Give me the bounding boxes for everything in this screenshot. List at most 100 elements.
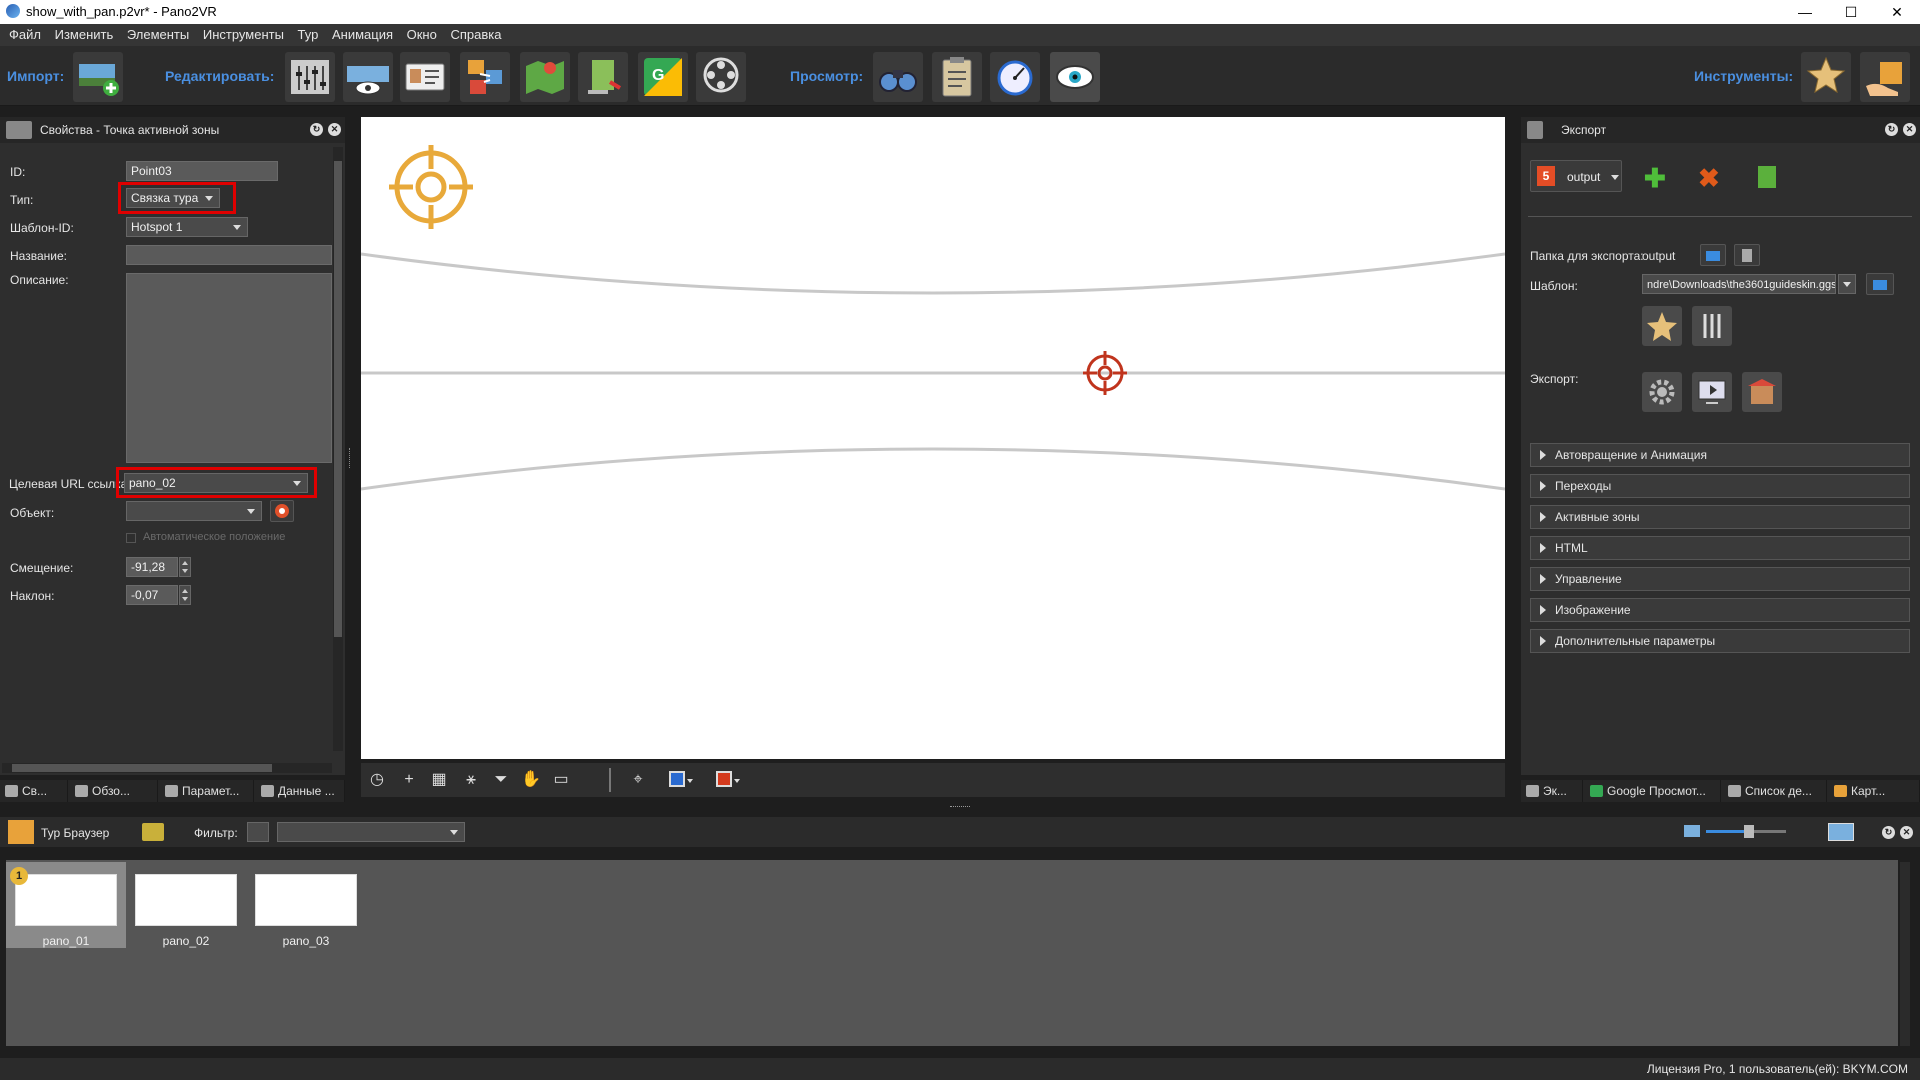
panorama-viewer[interactable] [360, 117, 1506, 759]
open-template-button[interactable] [1866, 273, 1894, 295]
patch-button[interactable] [578, 52, 628, 102]
float-panel-button[interactable]: ↻ [1882, 826, 1895, 839]
tilt-spinner[interactable] [179, 585, 191, 605]
slider-handle[interactable] [1744, 825, 1754, 838]
close-panel-button[interactable]: ✕ [328, 123, 341, 136]
add-output-button[interactable]: ✚ [1644, 163, 1666, 194]
gyro-button[interactable] [990, 52, 1040, 102]
menu-animation[interactable]: Анимация [327, 24, 398, 46]
export-settings-button[interactable] [1642, 372, 1682, 412]
panorama-icon[interactable]: ▭ [551, 770, 571, 790]
menu-file[interactable]: Файл [4, 24, 46, 46]
menu-help[interactable]: Справка [445, 24, 506, 46]
section-advanced-parameters[interactable]: Дополнительные параметры [1530, 629, 1910, 653]
viewing-parameters-button[interactable] [343, 52, 393, 102]
panorama-thumbnail[interactable] [15, 874, 117, 926]
section-html[interactable]: HTML [1530, 536, 1910, 560]
filter-dropdown[interactable] [277, 822, 465, 842]
crosshair-plus-icon[interactable]: + [399, 770, 419, 790]
tools-button-1[interactable] [1801, 52, 1851, 102]
target-icon[interactable]: ⌖ [628, 770, 648, 790]
close-button[interactable]: ✕ [1874, 0, 1920, 24]
browser-scrollbar[interactable] [1900, 862, 1910, 1046]
template-dropdown[interactable]: ndre\Downloads\the3601guideskin.ggsk [1642, 274, 1836, 294]
menu-window[interactable]: Окно [402, 24, 442, 46]
import-panorama-button[interactable] [73, 52, 123, 102]
maximize-button[interactable]: ☐ [1828, 0, 1874, 24]
section-autorotate-animation[interactable]: Автовращение и Анимация [1530, 443, 1910, 467]
google-maps-button[interactable]: G [638, 52, 688, 102]
red-color-swatch[interactable] [716, 771, 732, 787]
minimize-button[interactable]: — [1782, 0, 1828, 24]
menu-elements[interactable]: Элементы [122, 24, 194, 46]
panorama-thumbnail[interactable] [135, 874, 237, 926]
compass-icon[interactable]: ◷ [367, 770, 387, 790]
tour-browser-button[interactable] [460, 52, 510, 102]
view-mode-button[interactable] [1050, 52, 1100, 102]
offset-spinner[interactable] [179, 557, 191, 577]
preview-button[interactable] [873, 52, 923, 102]
output-format-dropdown[interactable]: 5 output [1530, 160, 1622, 192]
ruler-icon[interactable]: ⚹ [461, 770, 481, 790]
properties-button[interactable] [285, 52, 335, 102]
document-icon[interactable] [1758, 166, 1776, 188]
tab-data[interactable]: Данные ... [256, 780, 345, 802]
template-settings-button[interactable] [1692, 306, 1732, 346]
remove-output-button[interactable]: ✖ [1698, 163, 1720, 194]
chevron-down-icon[interactable] [734, 779, 740, 783]
scrollbar-thumb[interactable] [334, 161, 342, 637]
section-transitions[interactable]: Переходы [1530, 474, 1910, 498]
open-folder-button[interactable] [1700, 244, 1726, 266]
tab-overview[interactable]: Обзо... [70, 780, 158, 802]
horizontal-scrollbar[interactable] [2, 763, 332, 773]
blue-color-swatch[interactable] [669, 771, 685, 787]
object-dropdown[interactable] [126, 501, 262, 521]
tab-export[interactable]: Эк... [1521, 780, 1583, 802]
thumbnail-size-slider[interactable] [1706, 825, 1786, 838]
menu-tour[interactable]: Тур [293, 24, 324, 46]
stamp-icon[interactable] [142, 823, 164, 841]
tools-button-2[interactable] [1860, 52, 1910, 102]
grid-icon[interactable]: ▦ [429, 770, 449, 790]
description-textarea[interactable] [126, 273, 332, 463]
pick-object-button[interactable] [270, 500, 294, 522]
name-field[interactable] [126, 245, 332, 265]
hand-icon[interactable]: ✋ [521, 770, 541, 790]
splitter-handle[interactable] [950, 806, 970, 809]
output-list-button[interactable] [932, 52, 982, 102]
funnel-icon[interactable]: ⏷ [491, 770, 511, 790]
offset-field[interactable]: -91,28 [126, 557, 178, 577]
export-package-button[interactable] [1742, 372, 1782, 412]
auto-position-checkbox[interactable] [126, 533, 136, 543]
panorama-canvas[interactable] [360, 117, 1506, 759]
close-panel-button[interactable]: ✕ [1900, 826, 1913, 839]
user-data-button[interactable] [400, 52, 450, 102]
tab-action-list[interactable]: Список де... [1723, 780, 1827, 802]
hotspot-marker-icon[interactable] [389, 145, 473, 229]
id-field[interactable]: Point03 [126, 161, 278, 181]
template-dropdown-arrow[interactable] [1838, 274, 1856, 294]
template-id-dropdown[interactable]: Hotspot 1 [126, 217, 248, 237]
panorama-thumbnail[interactable] [255, 874, 357, 926]
tab-properties[interactable]: Св... [0, 780, 68, 802]
close-panel-button[interactable]: ✕ [1903, 123, 1916, 136]
floor-plan-button[interactable] [520, 52, 570, 102]
menu-tools[interactable]: Инструменты [198, 24, 289, 46]
splitter-handle[interactable] [349, 448, 353, 468]
tilt-field[interactable]: -0,07 [126, 585, 178, 605]
delete-folder-button[interactable] [1734, 244, 1760, 266]
float-panel-button[interactable]: ↻ [1885, 123, 1898, 136]
scrollbar-thumb[interactable] [12, 764, 272, 772]
animation-button[interactable] [696, 52, 746, 102]
vertical-scrollbar[interactable] [333, 147, 343, 751]
tab-map[interactable]: Карт... [1829, 780, 1920, 802]
skin-editor-button[interactable] [1642, 306, 1682, 346]
export-preview-button[interactable] [1692, 372, 1732, 412]
chevron-down-icon[interactable] [687, 779, 693, 783]
filter-edit-icon[interactable] [247, 822, 269, 842]
section-control[interactable]: Управление [1530, 567, 1910, 591]
tab-parameters[interactable]: Парамет... [160, 780, 254, 802]
section-image[interactable]: Изображение [1530, 598, 1910, 622]
section-hotspots[interactable]: Активные зоны [1530, 505, 1910, 529]
float-panel-button[interactable]: ↻ [310, 123, 323, 136]
